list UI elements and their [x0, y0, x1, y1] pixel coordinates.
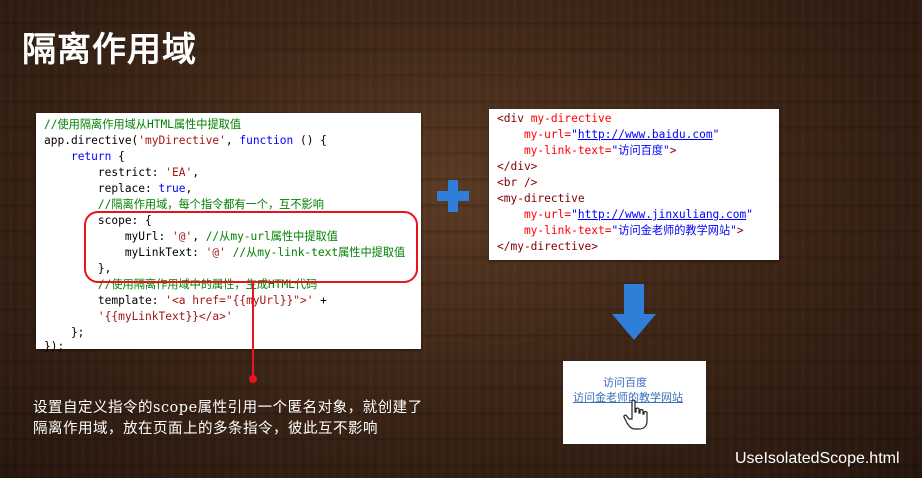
code-comment: //隔离作用域，每个指令都有一个，互不影响 [44, 198, 324, 211]
code-text: }); [44, 340, 65, 353]
hand-cursor-icon [623, 399, 648, 430]
code-line: my-link-text="访问百度"> [497, 143, 677, 159]
code-line: my-url="http://www.jinxuliang.com" [497, 207, 753, 223]
code-line: </div> [497, 159, 537, 175]
code-comment: //使用隔离作用域从HTML属性中提取值 [44, 118, 242, 131]
callout-dot [249, 375, 257, 383]
code-line: my-url="http://www.baidu.com" [497, 127, 719, 143]
code-text: replace: [44, 182, 159, 195]
code-value: " [571, 208, 578, 221]
code-line: //使用隔离作用域从HTML属性中提取值 [44, 117, 241, 133]
code-attr: my-directive [530, 112, 612, 125]
code-text: template: [44, 294, 166, 307]
code-line: '{{myLinkText}}</a>' [44, 309, 233, 325]
code-value: " [746, 208, 753, 221]
code-string: 'myDirective' [138, 134, 226, 147]
code-link: http://www.jinxuliang.com [577, 208, 747, 221]
result-link-baidu[interactable]: 访问百度 [603, 374, 647, 390]
scope-highlight-frame [84, 211, 418, 283]
code-tag: <div [497, 112, 531, 125]
code-attr: my-link-text= [497, 144, 612, 157]
code-text: , [185, 182, 193, 195]
description-text: 设置自定义指令的scope属性引用一个匿名对象，就创建了 隔离作用域，放在页面上… [33, 398, 423, 440]
code-line: </my-directive> [497, 239, 598, 255]
code-keyword: return [70, 150, 112, 163]
code-value: "访问金老师的教学网站" [611, 224, 737, 237]
rendered-result-panel: 访问百度 访问金老师的教学网站 [563, 361, 706, 444]
code-tag: </my-directive> [497, 240, 599, 253]
code-line: restrict: 'EA', [44, 165, 199, 181]
code-text: , [192, 166, 199, 179]
code-line: app.directive('myDirective', function ()… [44, 133, 327, 149]
code-value: " [571, 128, 578, 141]
code-tag: > [669, 144, 677, 157]
callout-line [252, 282, 254, 376]
code-tag: <br /> [497, 176, 538, 189]
code-attr: my-link-text= [497, 224, 612, 237]
code-line: my-link-text="访问金老师的教学网站"> [497, 223, 744, 239]
code-string: '<a href="{{myUrl}}">' [165, 294, 314, 307]
code-string: 'EA' [165, 166, 193, 179]
plus-icon [437, 180, 469, 212]
slide-title: 隔离作用域 [22, 30, 197, 70]
code-text: restrict: [44, 166, 166, 179]
code-line: <my-directive [497, 191, 585, 207]
code-string: '{{myLinkText}}</a>' [97, 310, 233, 323]
description-line-2: 隔离作用域，放在页面上的多条指令，彼此互不影响 [33, 421, 378, 437]
code-text: }; [44, 326, 85, 339]
code-tag: </div> [497, 160, 538, 173]
code-value: " [712, 128, 720, 141]
code-line: replace: true, [44, 181, 192, 197]
code-text: () { [293, 134, 327, 147]
code-tag: <my-directive [497, 192, 585, 205]
code-line: template: '<a href="{{myUrl}}">' + [44, 293, 327, 309]
code-line: <br /> [497, 175, 537, 191]
code-line: }); [44, 339, 64, 355]
code-value: "访问百度" [611, 144, 670, 157]
code-text: , [225, 134, 240, 147]
code-text: { [111, 150, 125, 163]
code-keyword: true [158, 182, 186, 195]
file-name-label: UseIsolatedScope.html [735, 450, 900, 467]
code-attr: my-url= [497, 128, 572, 141]
html-code-panel: <div my-directive my-url="http://www.bai… [489, 109, 779, 260]
down-arrow-icon [612, 284, 656, 340]
code-text: app.directive( [44, 134, 139, 147]
code-link: http://www.baidu.com [577, 128, 713, 141]
code-text: + [313, 294, 327, 307]
description-line-1: 设置自定义指令的scope属性引用一个匿名对象，就创建了 [33, 400, 423, 416]
code-tag: > [736, 224, 744, 237]
code-line: <div my-directive [497, 111, 612, 127]
code-keyword: function [239, 134, 294, 147]
code-attr: my-url= [497, 208, 572, 221]
code-line: return { [44, 149, 125, 165]
